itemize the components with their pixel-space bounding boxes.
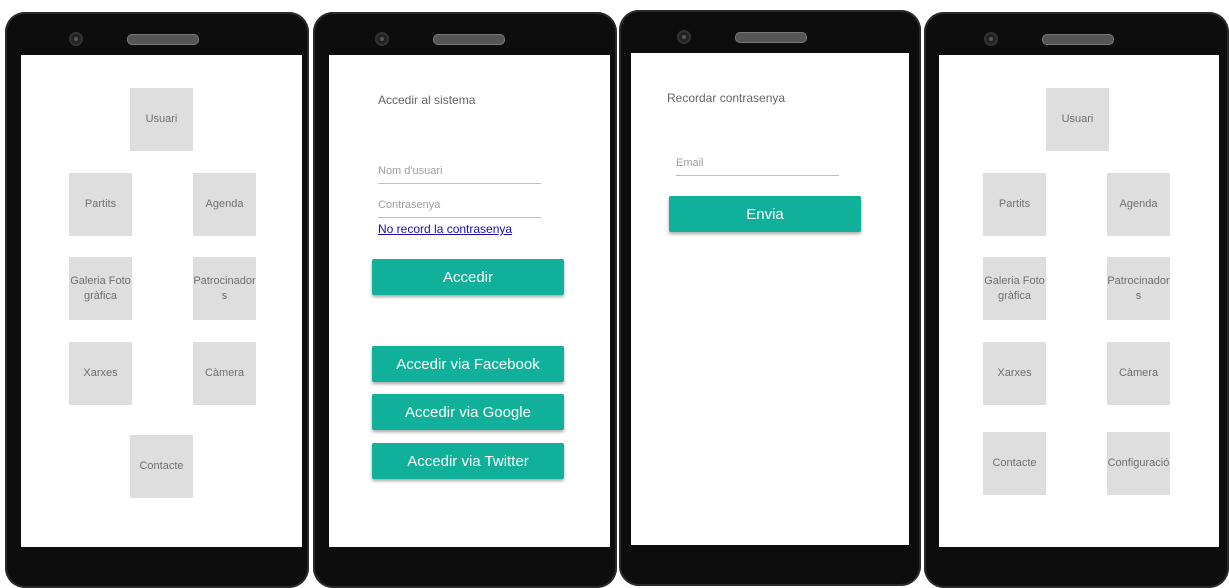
phone-frame-login: Accedir al sistema Nom d'usuari Contrase… bbox=[313, 12, 617, 588]
send-button[interactable]: Envia bbox=[669, 196, 861, 232]
screen-main-menu-settings: Usuari Partits Agenda Galeria Fotogràfic… bbox=[939, 55, 1219, 547]
login-button[interactable]: Accedir bbox=[372, 259, 564, 295]
camera-icon bbox=[986, 34, 996, 44]
tile-agenda[interactable]: Agenda bbox=[193, 173, 256, 236]
speaker-grille bbox=[433, 34, 505, 45]
google-login-button[interactable]: Accedir via Google bbox=[372, 394, 564, 430]
tile-camera[interactable]: Càmera bbox=[193, 342, 256, 405]
screen-login: Accedir al sistema Nom d'usuari Contrase… bbox=[329, 55, 610, 547]
tile-usuari[interactable]: Usuari bbox=[1046, 88, 1109, 151]
page-title: Accedir al sistema bbox=[378, 93, 476, 107]
facebook-login-button[interactable]: Accedir via Facebook bbox=[372, 346, 564, 382]
tile-contacte[interactable]: Contacte bbox=[130, 435, 193, 498]
speaker-grille bbox=[735, 32, 807, 43]
tile-usuari[interactable]: Usuari bbox=[130, 88, 193, 151]
tile-galeria[interactable]: Galeria Fotogràfica bbox=[983, 257, 1046, 320]
phone-frame-menu: Usuari Partits Agenda Galeria Fotogràfic… bbox=[5, 12, 309, 588]
tile-partits[interactable]: Partits bbox=[983, 173, 1046, 236]
forgot-password-link[interactable]: No record la contrasenya bbox=[378, 222, 512, 236]
screen-main-menu: Usuari Partits Agenda Galeria Fotogràfic… bbox=[21, 55, 302, 547]
tile-camera[interactable]: Càmera bbox=[1107, 342, 1170, 405]
phone-frame-recover: Recordar contrasenya Email Envia bbox=[619, 10, 921, 586]
screen-recover-password: Recordar contrasenya Email Envia bbox=[631, 53, 909, 545]
camera-icon bbox=[679, 32, 689, 42]
tile-contacte[interactable]: Contacte bbox=[983, 432, 1046, 495]
speaker-grille bbox=[127, 34, 199, 45]
tile-patrocinadors[interactable]: Patrocinadors bbox=[193, 257, 256, 320]
camera-icon bbox=[71, 34, 81, 44]
twitter-login-button[interactable]: Accedir via Twitter bbox=[372, 443, 564, 479]
phone-frame-menu-settings: Usuari Partits Agenda Galeria Fotogràfic… bbox=[924, 12, 1229, 588]
email-field[interactable]: Email bbox=[676, 157, 839, 176]
tile-xarxes[interactable]: Xarxes bbox=[69, 342, 132, 405]
tile-partits[interactable]: Partits bbox=[69, 173, 132, 236]
tile-galeria[interactable]: Galeria Fotogràfica bbox=[69, 257, 132, 320]
password-field[interactable]: Contrasenya bbox=[378, 199, 541, 218]
page-title: Recordar contrasenya bbox=[667, 91, 786, 105]
username-field[interactable]: Nom d'usuari bbox=[378, 165, 541, 184]
tile-xarxes[interactable]: Xarxes bbox=[983, 342, 1046, 405]
tile-patrocinadors[interactable]: Patrocinadors bbox=[1107, 257, 1170, 320]
camera-icon bbox=[377, 34, 387, 44]
speaker-grille bbox=[1042, 34, 1114, 45]
tile-configuracio[interactable]: Configuració bbox=[1107, 432, 1170, 495]
tile-agenda[interactable]: Agenda bbox=[1107, 173, 1170, 236]
